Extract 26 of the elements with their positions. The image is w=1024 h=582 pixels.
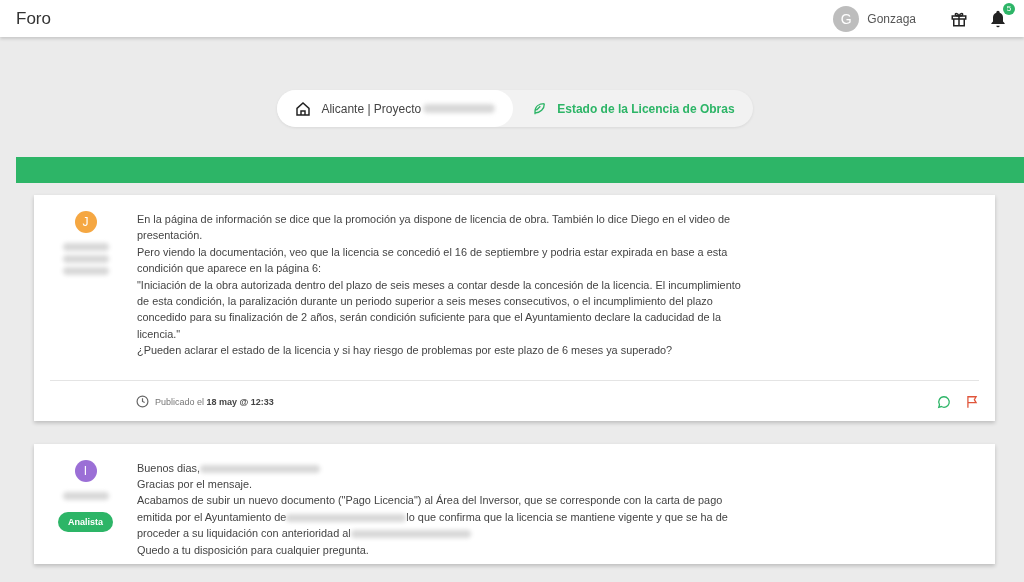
post-paragraph: ¿Pueden aclarar el estado de la licencia y si hay riesgo de problemas por este plazo de 6 meses ya superado? [137, 343, 674, 359]
post-paragraph: Buenos dias, [137, 459, 755, 477]
blurred-text [62, 491, 109, 500]
post-paragraph: En la página de información se dice que la promoción ya dispone de licencia de obra. También lo dice Diego en el video de presentación. [137, 212, 732, 244]
post-paragraph: Gracias por el mensaje. [137, 477, 253, 493]
notification-count: 5 [1003, 2, 1015, 15]
blurred-text [62, 255, 109, 263]
role-badge: Analista [58, 511, 113, 532]
blurred-text [62, 243, 109, 251]
notifications-icon[interactable] [988, 8, 1008, 29]
page-title: Foro [16, 8, 51, 29]
post-paragraph: Quedo a tu disposición para cualquier pregunta. [137, 542, 370, 558]
post-paragraph: Pero viendo la documentación, veo que la licencia se concedió el 16 de septiembre y podria estar expirada en base a esta condición que aparece en la página 6: [137, 244, 729, 277]
blurred-text [62, 267, 109, 275]
flag-icon[interactable] [965, 394, 979, 409]
user-name[interactable]: Gonzaga [867, 11, 916, 26]
post-paragraph: Acabamos de subir un nuevo documento ("Pago Licencia") al Área del Inversor, que se corresponde con la carta de pago emitida por el Ayuntamiento de lo que confirma que la licencia se mantiene vigente y que se ha de proceder a su liquidación con anterioridad al [137, 493, 729, 542]
breadcrumb-item[interactable]: Alicante | Proyecto [277, 90, 514, 127]
feather-icon [531, 100, 548, 117]
author-avatar: I [74, 459, 97, 482]
home-icon [295, 100, 312, 117]
post-paragraph: "Iniciación de la obra autorizada dentro del plazo de seis meses a contar desde la concesión de la licencia. El incumplimiento de esta condición, la paralización durante un periodo superior a seis meses consecutivos, o el incumplimiento del plazo concedido para su finalización de 2 años, serán condición suficiente para que el Ayuntamiento declare la caducidad de la licencia." [137, 277, 742, 342]
clock-icon [136, 395, 149, 409]
published-date: Publicado el 18 may @ 12:33 [155, 396, 274, 407]
comment-icon[interactable] [937, 394, 951, 409]
author-avatar: J [74, 211, 97, 233]
